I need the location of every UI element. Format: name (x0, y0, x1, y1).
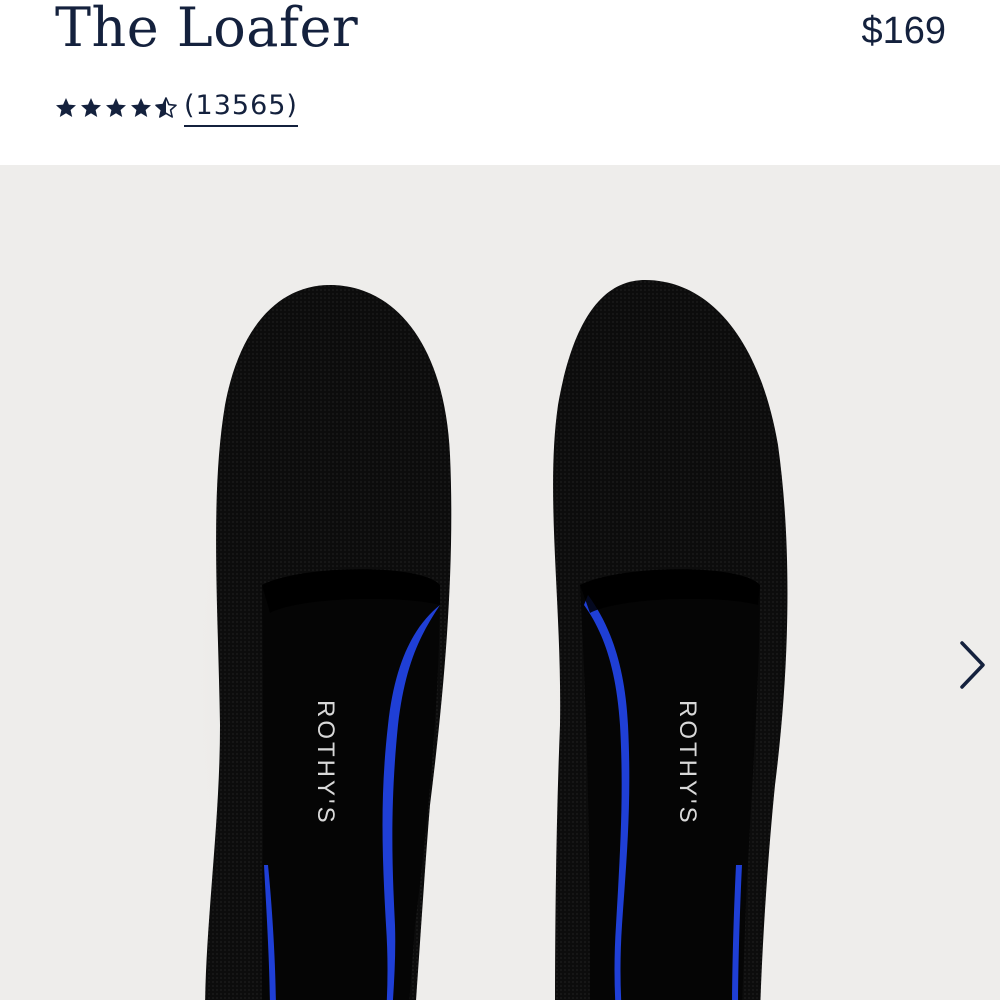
left-insole-brand-text: ROTHY'S (312, 700, 339, 826)
right-insole-brand-text: ROTHY'S (674, 700, 701, 826)
star-full-icon (56, 98, 76, 117)
star-full-icon (81, 98, 101, 117)
product-price: $169 (861, 10, 946, 52)
product-title: The Loafer (55, 0, 359, 59)
product-image-gallery[interactable]: ROTHY'S ROTHY'S (0, 165, 1000, 1000)
star-half-icon (155, 97, 177, 118)
chevron-right-icon (960, 641, 985, 689)
product-page: The Loafer $169 (13565) ROTHY'S ROTHY'S (0, 0, 1000, 1000)
rating-row: (13565) (54, 86, 298, 130)
star-full-icon (106, 98, 126, 117)
product-image-loafers: ROTHY'S ROTHY'S (190, 280, 788, 1000)
star-full-icon (131, 98, 151, 117)
reviews-count-link[interactable]: (13565) (184, 89, 298, 127)
product-header: The Loafer $169 (13565) (0, 0, 1000, 165)
star-rating (54, 96, 178, 120)
next-image-button[interactable] (950, 635, 994, 695)
